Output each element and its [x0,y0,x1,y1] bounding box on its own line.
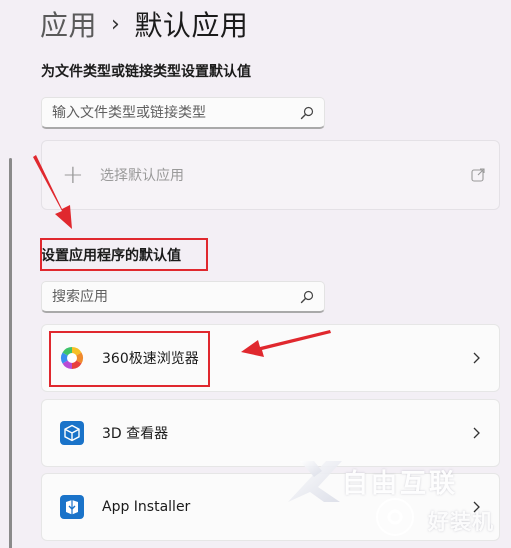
file-type-search-box[interactable] [41,97,325,129]
watermark-text-secondary: 好装机 [428,510,494,534]
open-external-icon [471,168,485,182]
search-icon[interactable] [300,290,314,304]
annotation-box-app [49,331,210,387]
plus-icon: + [62,160,84,190]
app-installer-icon [60,495,84,519]
breadcrumb-parent[interactable]: 应用 [40,4,97,44]
app-name: App Installer [102,499,191,515]
scrollbar[interactable] [9,158,12,548]
search-icon[interactable] [300,106,314,120]
page-title: 默认应用 [134,9,249,42]
app-name: 3D 查看器 [102,426,169,442]
choose-default-app-label: 选择默认应用 [100,168,184,184]
apps-search-input[interactable] [52,288,300,305]
3d-viewer-icon [60,421,84,445]
apps-search-box[interactable] [41,281,325,313]
chevron-right-icon [473,352,480,364]
app-row-3d-viewer[interactable]: 3D 查看器 [41,399,500,467]
file-type-section-label: 为文件类型或链接类型设置默认值 [41,64,251,80]
breadcrumb-separator: › [111,11,121,37]
annotation-box-section [40,238,208,271]
watermark-text: 自由互联 [342,469,459,499]
breadcrumb: 应用 › 默认应用 [40,4,248,44]
choose-default-app-card[interactable]: + 选择默认应用 [41,140,500,210]
file-type-search-input[interactable] [52,104,300,121]
chevron-right-icon [473,427,480,439]
